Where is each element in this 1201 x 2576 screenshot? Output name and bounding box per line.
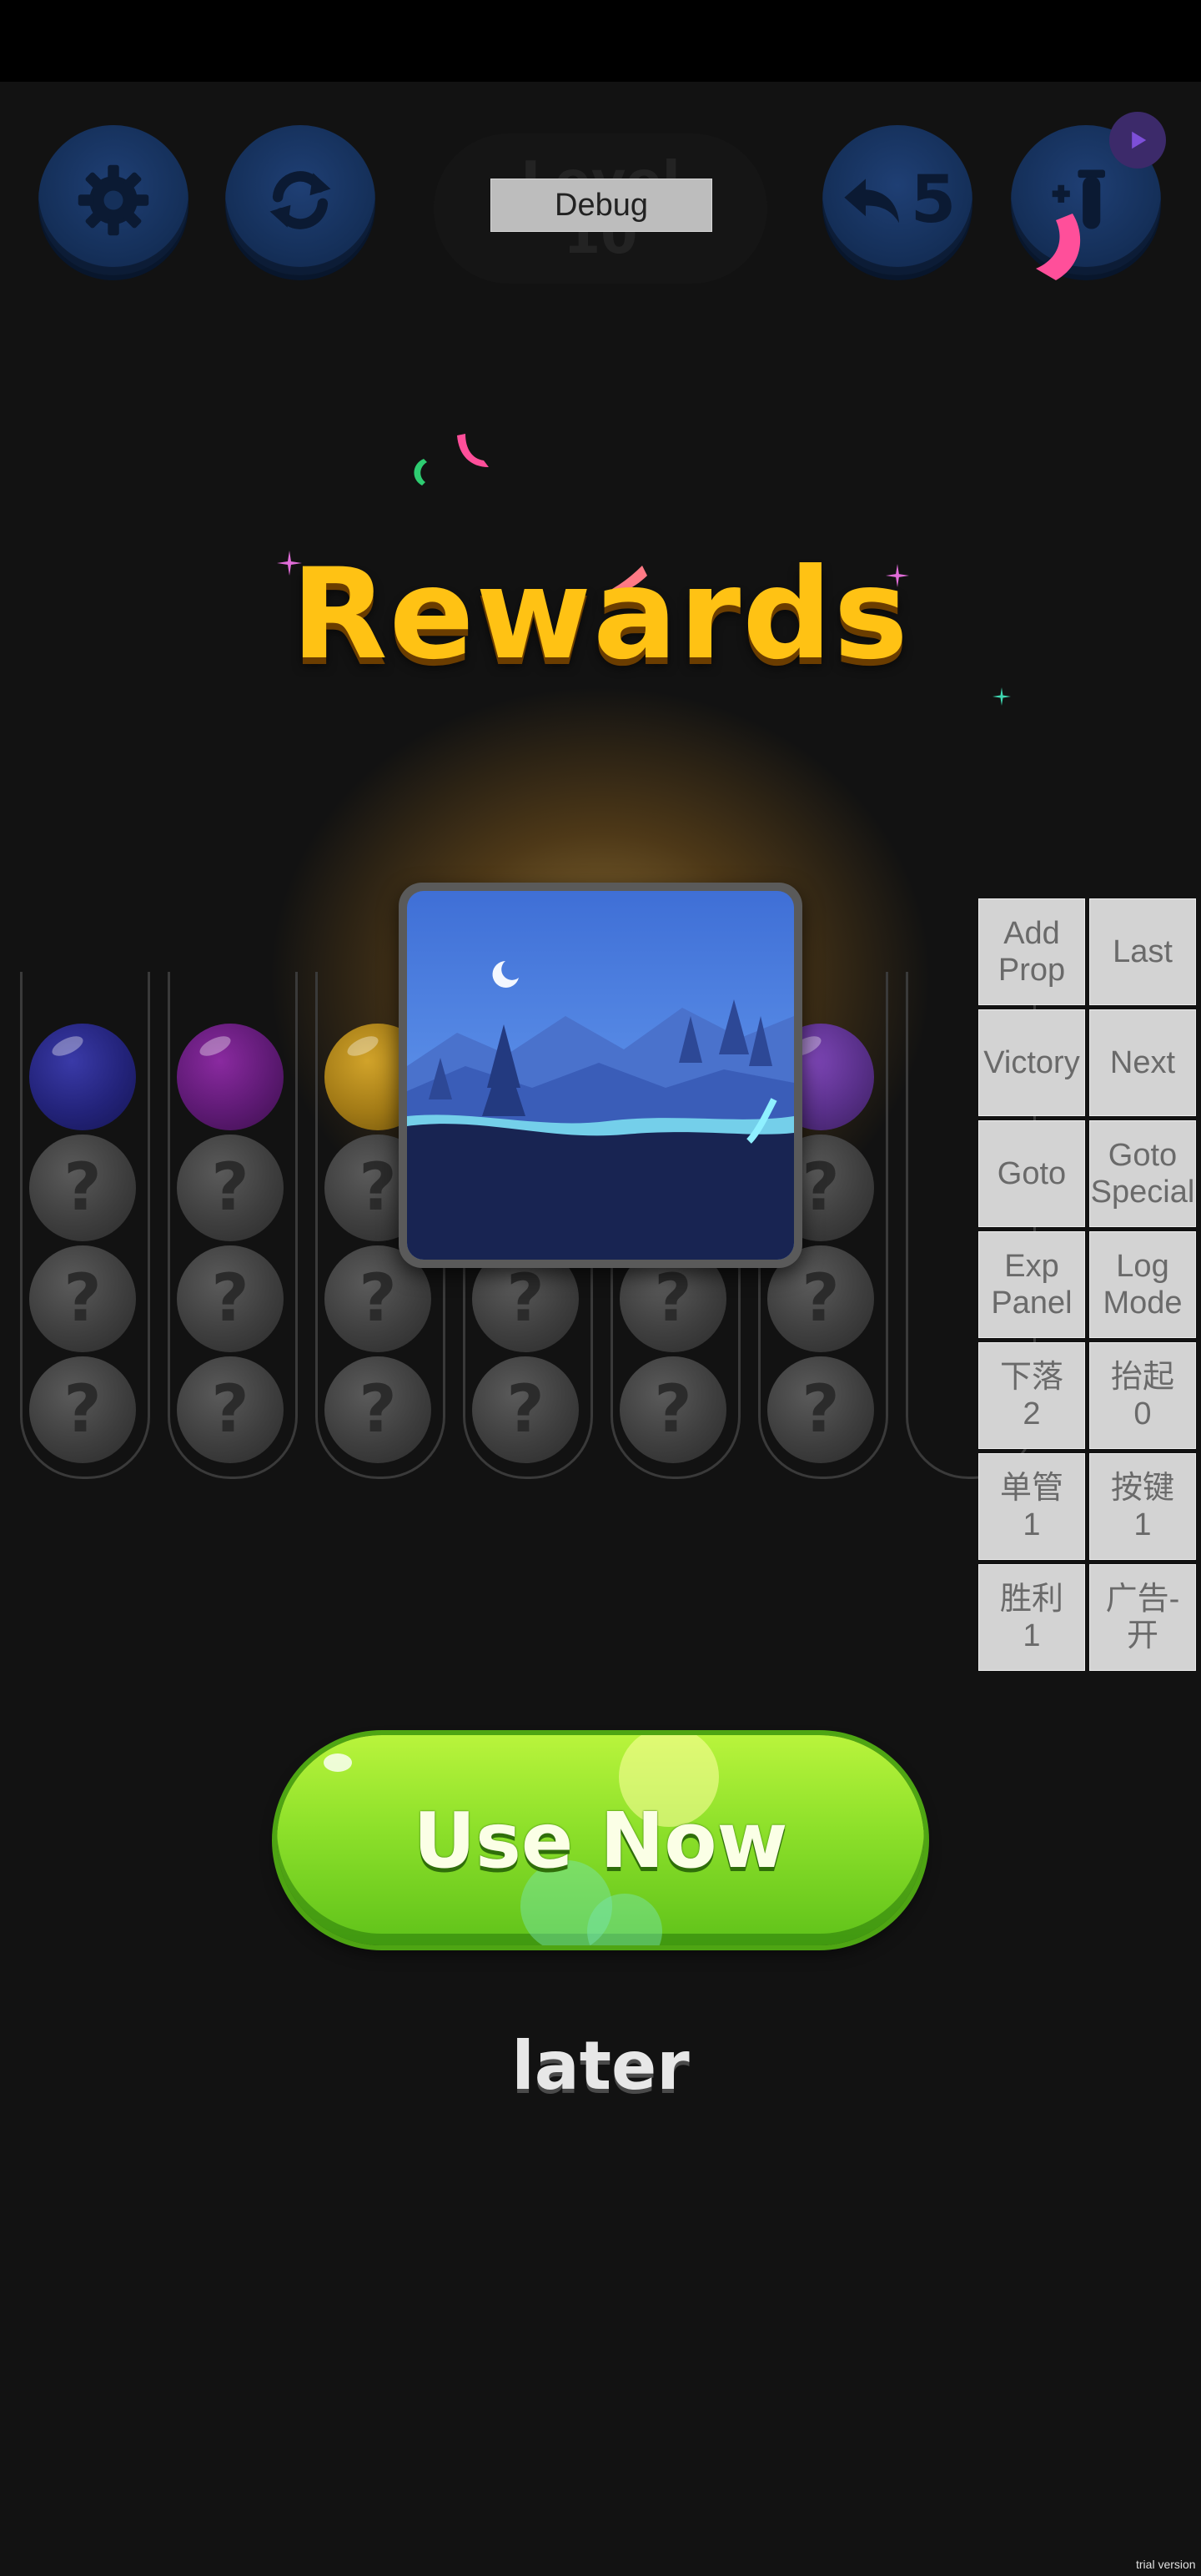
debug-button-add-prop[interactable]: Add Prop [978,898,1085,1005]
hidden-ball: ? [177,1135,284,1241]
restart-button[interactable] [225,125,375,275]
debug-button-单管-1[interactable]: 单管 1 [978,1453,1085,1560]
settings-button[interactable] [38,125,188,275]
ball-purple [177,1024,284,1130]
question-mark: ? [802,1150,840,1225]
question-mark: ? [63,1372,102,1447]
question-mark: ? [506,1372,545,1447]
debug-button-抬起-0[interactable]: 抬起 0 [1089,1342,1196,1449]
question-mark: ? [211,1372,249,1447]
status-bar [0,0,1201,82]
debug-button-goto[interactable]: Goto [978,1120,1085,1227]
undo-count: 5 [910,163,957,238]
debug-button-exp-panel[interactable]: Exp Panel [978,1231,1085,1338]
rewards-title: Rewards [291,542,910,687]
debug-button-next[interactable]: Next [1089,1009,1196,1116]
question-mark: ? [211,1150,249,1225]
tube[interactable]: ??? [168,972,298,1479]
hidden-ball: ? [767,1356,874,1463]
undo-arrow-icon [844,179,899,224]
confetti-piece [1036,214,1081,280]
debug-button-按键-1[interactable]: 按键 1 [1089,1453,1196,1560]
undo-button[interactable]: 5 [822,125,972,275]
question-mark: ? [63,1150,102,1225]
highlight-bubble [324,1753,352,1772]
hidden-ball: ? [177,1356,284,1463]
debug-button-下落-2[interactable]: 下落 2 [978,1342,1085,1449]
question-mark: ? [359,1372,397,1447]
debug-button-goto-special[interactable]: Goto Special [1089,1120,1196,1227]
question-mark: ? [654,1372,692,1447]
tube[interactable]: ??? [20,972,150,1479]
debug-button-victory[interactable]: Victory [978,1009,1085,1116]
question-mark: ? [211,1261,249,1336]
confetti-piece [414,459,427,486]
reward-card [399,883,802,1268]
question-mark: ? [506,1261,545,1336]
question-mark: ? [63,1261,102,1336]
debug-button-广告-开[interactable]: 广告-开 [1089,1564,1196,1671]
question-mark: ? [802,1372,840,1447]
hidden-ball: ? [29,1135,136,1241]
hidden-ball: ? [177,1245,284,1352]
hidden-ball: ? [29,1356,136,1463]
confetti-piece [457,434,489,467]
debug-button[interactable]: Debug [490,179,712,232]
use-now-button[interactable]: Use Now [277,1735,924,1945]
night-landscape-image [407,891,794,1260]
sparkle-icon [992,687,1011,706]
debug-button-胜利-1[interactable]: 胜利 1 [978,1564,1085,1671]
gear-icon [78,164,149,236]
refresh-icon [269,171,331,229]
hidden-ball: ? [472,1356,579,1463]
question-mark: ? [802,1261,840,1336]
question-mark: ? [654,1261,692,1336]
question-mark: ? [359,1150,397,1225]
video-badge [1109,112,1166,169]
ball-navy [29,1024,136,1130]
play-icon [1132,131,1147,149]
hidden-ball: ? [29,1245,136,1352]
later-button[interactable]: later [0,2027,1201,2105]
debug-button-log-mode[interactable]: Log Mode [1089,1231,1196,1338]
hidden-ball: ? [620,1356,726,1463]
trial-watermark: trial version [1136,2558,1196,2571]
hidden-ball: ? [324,1356,431,1463]
use-now-label: Use Now [413,1795,788,1885]
debug-button-last[interactable]: Last [1089,898,1196,1005]
question-mark: ? [359,1261,397,1336]
